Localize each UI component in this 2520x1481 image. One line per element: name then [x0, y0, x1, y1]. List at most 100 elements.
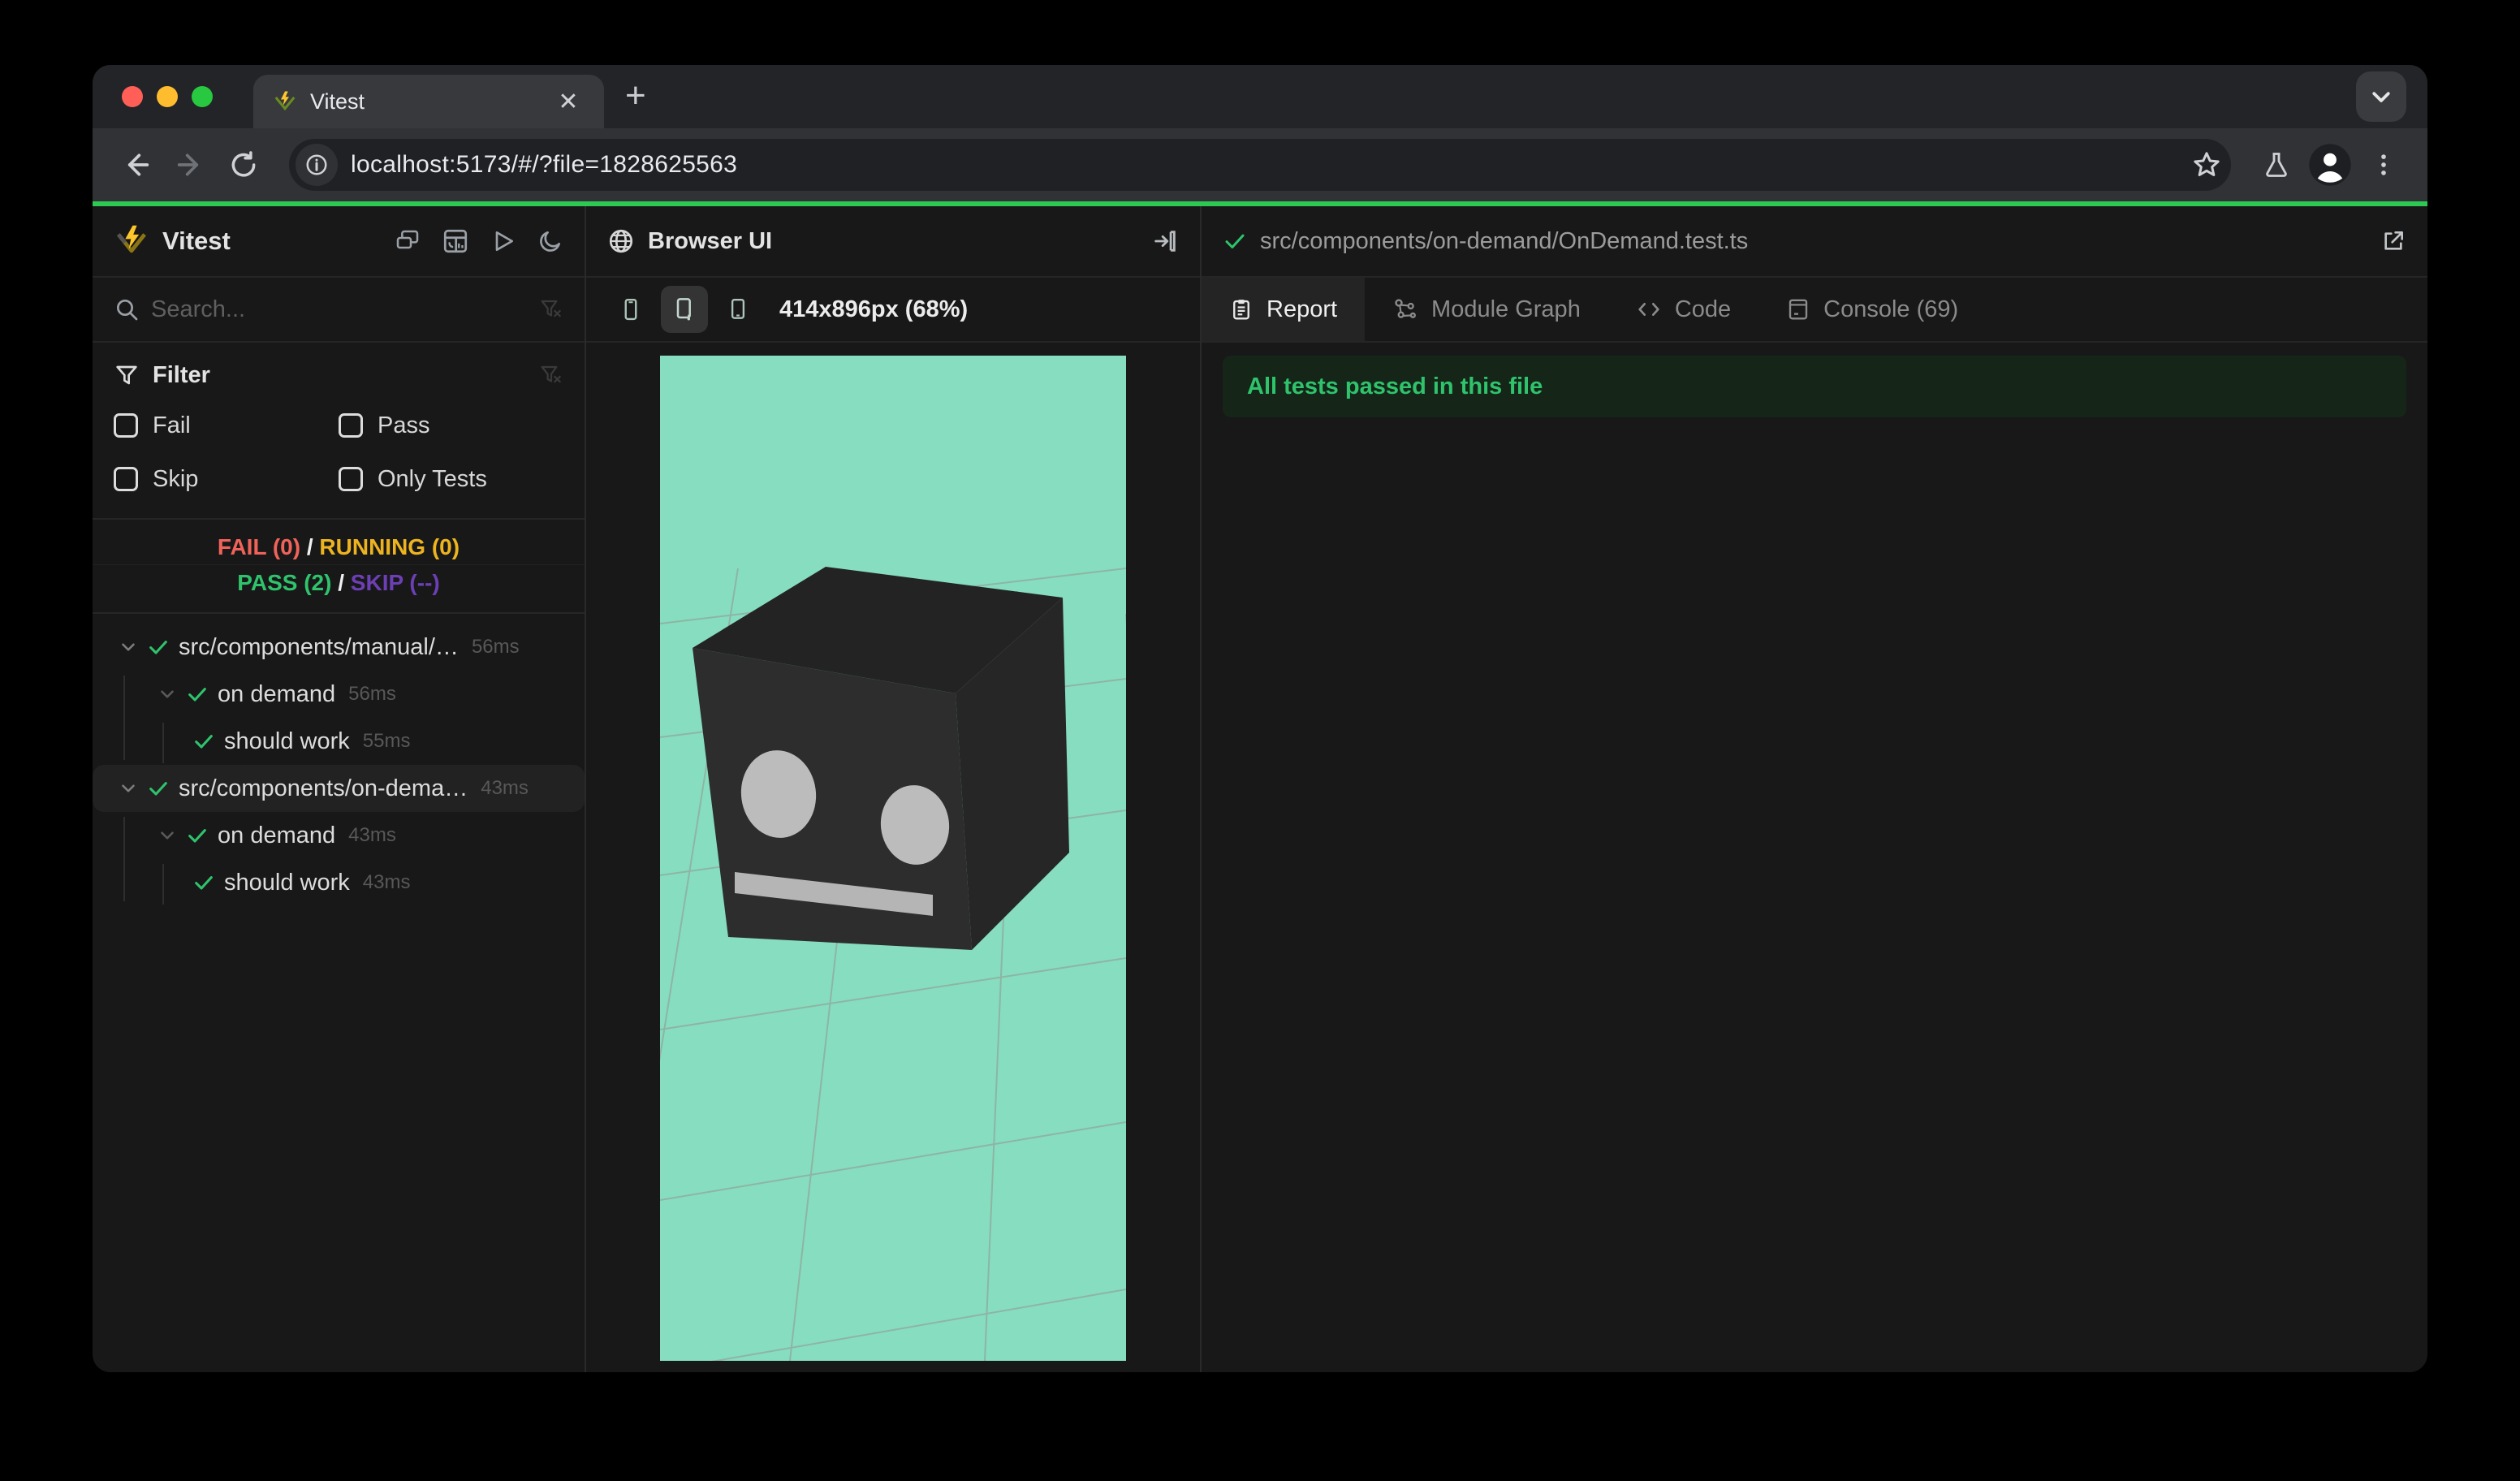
collapse-windows-icon[interactable] — [395, 228, 421, 254]
browser-tab-vitest[interactable]: Vitest ✕ — [253, 75, 604, 128]
tab-label: Report — [1266, 296, 1338, 322]
filter-options: Fail Pass Skip Only Tests — [114, 403, 563, 502]
report-icon — [1229, 297, 1254, 322]
browser-menu-icon[interactable] — [2361, 142, 2406, 188]
tab-close-icon[interactable]: ✕ — [552, 85, 585, 118]
tab-console-69[interactable]: Console (69) — [1758, 278, 1986, 341]
globe-icon — [607, 227, 635, 255]
tab-code[interactable]: Code — [1608, 278, 1758, 341]
run-all-play-icon[interactable] — [490, 228, 516, 254]
test-label: should work — [224, 728, 350, 754]
chevron-down-icon[interactable] — [151, 825, 183, 846]
test-file-row[interactable]: src/components/manual/… 56ms — [93, 624, 585, 671]
preview-stage — [586, 343, 1200, 1372]
tab-module-graph[interactable]: Module Graph — [1365, 278, 1608, 341]
pass-check-icon — [145, 636, 172, 658]
preview-title: Browser UI — [648, 227, 773, 254]
sidebar-header: Vitest — [93, 206, 585, 278]
tab-label: Code — [1674, 296, 1732, 322]
test-case-row[interactable]: should work 43ms — [93, 859, 585, 906]
minimize-window-button[interactable] — [157, 86, 178, 107]
filter-funnel-icon — [114, 362, 140, 388]
app-title: Vitest — [162, 227, 231, 255]
banner-text: All tests passed in this file — [1247, 373, 1543, 399]
tab-search-button[interactable] — [2356, 71, 2406, 122]
reset-filter-icon[interactable] — [539, 363, 563, 387]
sidebar: Vitest Search... Filter Fail Pass Skip O… — [93, 206, 586, 1372]
tab-label: Module Graph — [1431, 296, 1581, 322]
chevron-down-icon[interactable] — [112, 637, 145, 658]
test-viewport[interactable] — [660, 356, 1126, 1361]
pass-count: PASS (2) — [237, 570, 332, 595]
test-label: src/components/on-dema… — [179, 775, 468, 801]
test-label: on demand — [218, 822, 336, 848]
tab-label: Console (69) — [1823, 296, 1959, 322]
device-phone-icon[interactable] — [607, 286, 654, 333]
pass-check-icon — [1223, 229, 1247, 253]
all-tests-passed-banner: All tests passed in this file — [1223, 356, 2406, 417]
module-graph-icon — [1392, 296, 1418, 322]
filter-title: Filter — [153, 361, 210, 388]
tab-title: Vitest — [310, 89, 365, 114]
tab-strip: Vitest ✕ + — [93, 65, 2427, 128]
chevron-down-icon[interactable] — [151, 684, 183, 705]
pass-check-icon — [190, 871, 218, 894]
url-text[interactable]: localhost:5173/#/?file=1828625563 — [351, 151, 2177, 179]
test-file-row[interactable]: src/components/on-dema… 43ms — [93, 765, 585, 812]
back-button[interactable] — [114, 142, 159, 188]
test-label: on demand — [218, 680, 336, 707]
zoom-window-button[interactable] — [192, 86, 213, 107]
address-bar[interactable]: localhost:5173/#/?file=1828625563 — [289, 139, 2231, 191]
test-suite-row[interactable]: on demand 56ms — [93, 671, 585, 718]
browser-window: Vitest ✕ + localhost:5173/#/?file=182862… — [93, 65, 2427, 1372]
checkbox[interactable] — [114, 413, 138, 438]
filter-option-only-tests[interactable]: Only Tests — [339, 456, 563, 502]
checkbox[interactable] — [339, 467, 363, 491]
filter-section: Filter Fail Pass Skip Only Tests — [93, 343, 585, 520]
experiments-flask-icon[interactable] — [2254, 142, 2299, 188]
fail-count: FAIL (0) — [217, 534, 301, 559]
checkbox-label: Skip — [153, 465, 199, 492]
vitest-ui: Vitest Search... Filter Fail Pass Skip O… — [93, 206, 2427, 1372]
traffic-lights — [122, 86, 213, 107]
test-suite-row[interactable]: on demand 43ms — [93, 812, 585, 859]
search-icon — [114, 296, 140, 322]
status-summary: FAIL (0) / RUNNING (0) PASS (2) / SKIP (… — [93, 520, 585, 614]
device-zoom-out-icon[interactable] — [714, 286, 762, 333]
filter-option-skip[interactable]: Skip — [114, 456, 339, 502]
checkbox[interactable] — [114, 467, 138, 491]
pass-check-icon — [183, 683, 211, 706]
open-in-editor-icon[interactable] — [2380, 228, 2406, 254]
profile-avatar[interactable] — [2307, 142, 2353, 188]
browser-preview-panel: Browser UI 414x896px (68%) — [586, 206, 1202, 1372]
clear-search-filter-icon[interactable] — [539, 297, 563, 322]
test-duration: 43ms — [348, 824, 396, 846]
bookmark-star-icon[interactable] — [2190, 149, 2223, 181]
filter-option-fail[interactable]: Fail — [114, 403, 339, 448]
chevron-down-icon[interactable] — [112, 778, 145, 799]
results-panel: src/components/on-demand/OnDemand.test.t… — [1202, 206, 2427, 1372]
search-input[interactable] — [151, 296, 528, 323]
reload-button[interactable] — [221, 142, 266, 188]
filter-option-pass[interactable]: Pass — [339, 403, 563, 448]
search-row — [93, 278, 585, 343]
dashboard-icon[interactable] — [442, 227, 469, 255]
tab-report[interactable]: Report — [1202, 278, 1366, 341]
dock-panel-icon[interactable] — [1151, 227, 1179, 255]
new-tab-button[interactable]: + — [625, 71, 646, 120]
test-case-row[interactable]: should work 55ms — [93, 718, 585, 765]
close-window-button[interactable] — [122, 86, 143, 107]
pass-check-icon — [183, 824, 211, 847]
dark-mode-moon-icon[interactable] — [537, 228, 563, 254]
test-duration: 56ms — [471, 636, 520, 658]
checkbox-label: Fail — [153, 412, 191, 438]
results-header: src/components/on-demand/OnDemand.test.t… — [1202, 206, 2427, 278]
device-zoom-in-icon[interactable] — [661, 286, 708, 333]
test-label: should work — [224, 869, 350, 896]
site-info-icon[interactable] — [296, 144, 338, 186]
browser-toolbar: localhost:5173/#/?file=1828625563 — [93, 128, 2427, 201]
checkbox[interactable] — [339, 413, 363, 438]
test-file-path: src/components/on-demand/OnDemand.test.t… — [1260, 227, 1749, 254]
running-count: RUNNING (0) — [319, 534, 460, 559]
forward-button[interactable] — [167, 142, 213, 188]
